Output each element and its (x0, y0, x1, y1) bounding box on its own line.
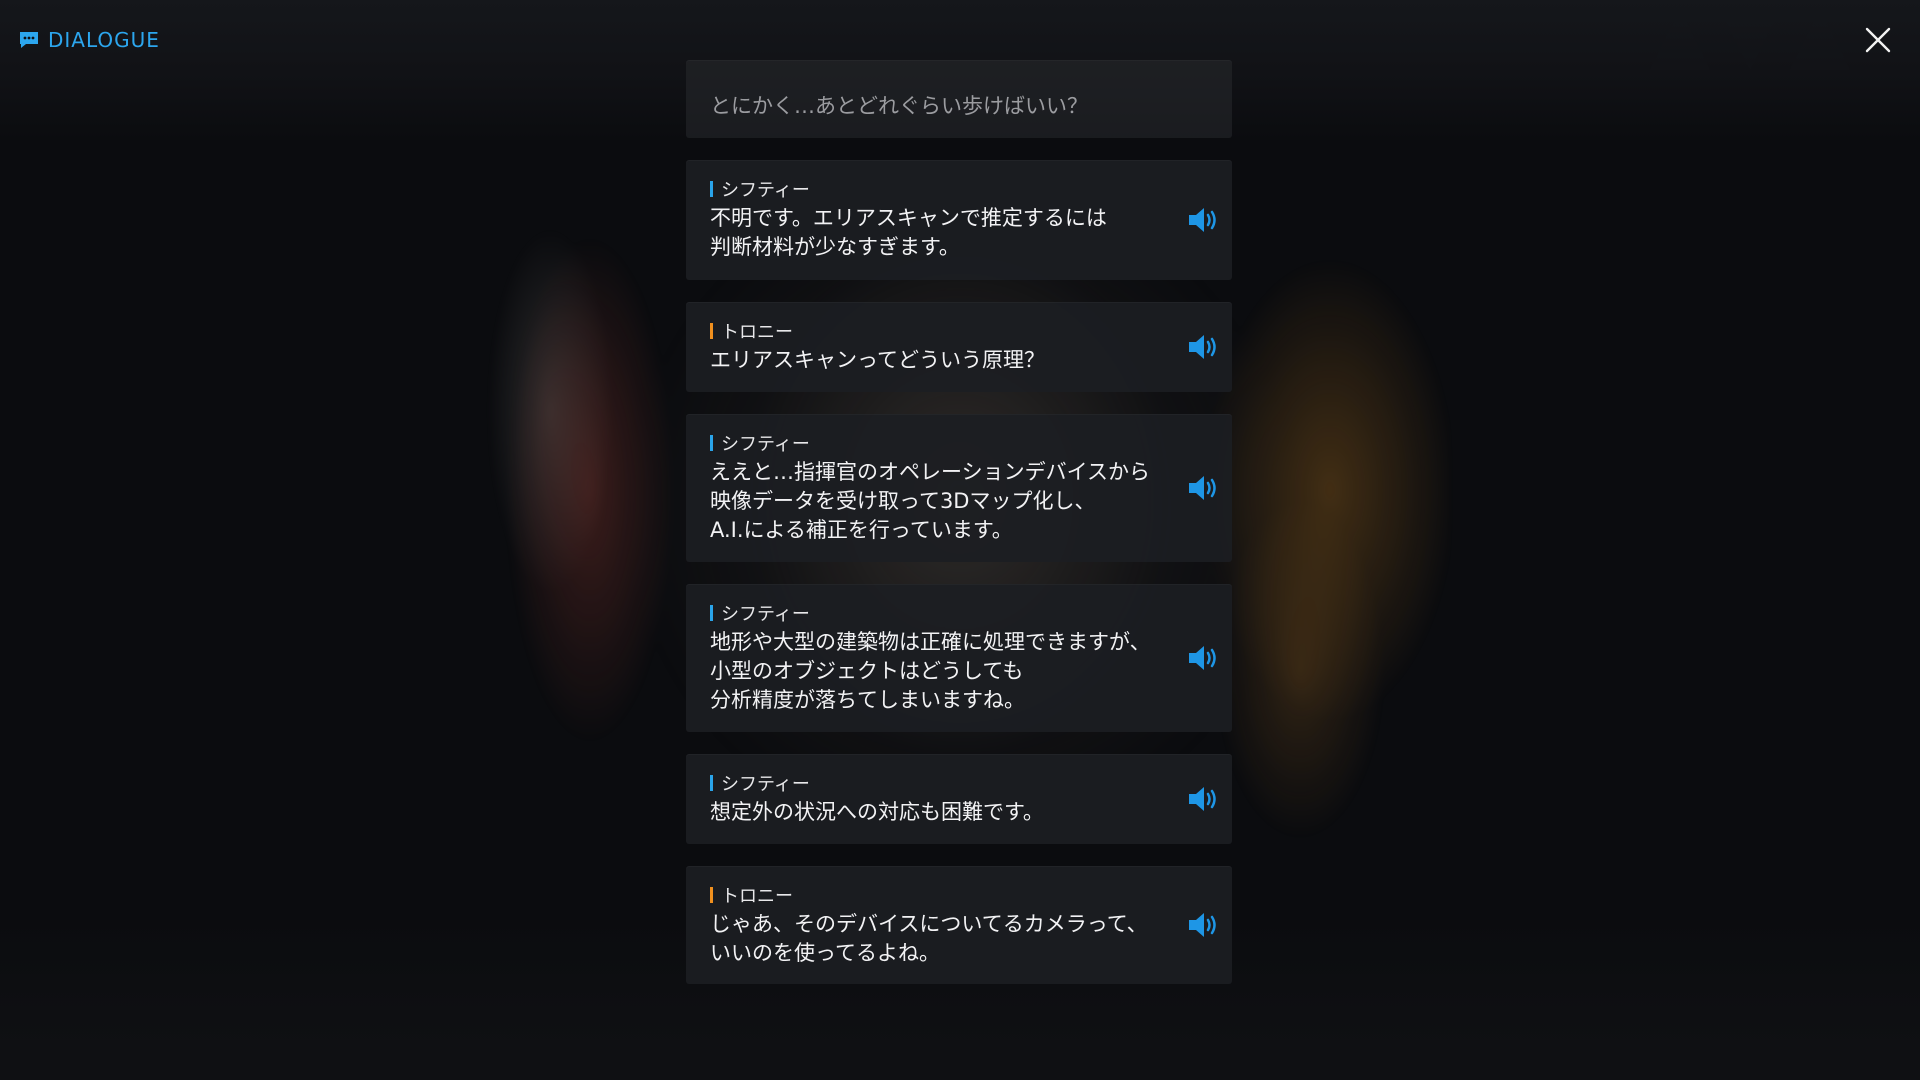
dialogue-entry: トロニー エリアスキャンってどういう原理？ (686, 302, 1232, 392)
dialogue-entry: シフティー ええと…指揮官のオペレーションデバイスから 映像データを受け取って3… (686, 414, 1232, 562)
dialogue-text: エリアスキャンってどういう原理？ (710, 348, 1045, 372)
dialogue-entry: シフティー 地形や大型の建築物は正確に処理できますが、 小型のオブジェクトはどう… (686, 584, 1232, 732)
voice-play-icon[interactable] (1186, 643, 1222, 673)
dialogue-list[interactable]: とにかく…あとどれぐらい歩けばいい？ シフティー 不明です。エリアスキャンで推定… (686, 0, 1232, 1080)
voice-play-icon[interactable] (1186, 332, 1222, 362)
speaker-accent-bar (710, 775, 713, 791)
voice-play-icon[interactable] (1186, 910, 1222, 940)
voice-play-icon[interactable] (1186, 205, 1222, 235)
dialogue-text: 想定外の状況への対応も困難です。 (710, 800, 1044, 824)
speaker-name: シフティー (710, 176, 810, 202)
dialogue-text: 不明です。エリアスキャンで推定するには 判断材料が少なすぎます。 (710, 206, 1107, 259)
speaker-name: シフティー (710, 600, 810, 626)
dialogue-title: DIALOGUE (48, 28, 160, 52)
speaker-accent-bar (710, 887, 713, 903)
chat-bubble-icon (20, 32, 38, 48)
dialogue-text: 地形や大型の建築物は正確に処理できますが、 小型のオブジェクトはどうしても 分析… (710, 630, 1151, 712)
speaker-label: シフティー (721, 774, 810, 795)
speaker-accent-bar (710, 323, 713, 339)
speaker-label: トロニー (721, 322, 793, 343)
speaker-accent-bar (710, 605, 713, 621)
speaker-name: トロニー (710, 882, 793, 908)
close-icon[interactable] (1862, 24, 1894, 56)
speaker-label: シフティー (721, 180, 810, 201)
speaker-label: トロニー (721, 886, 793, 907)
voice-play-icon[interactable] (1186, 784, 1222, 814)
speaker-name: トロニー (710, 318, 793, 344)
speaker-name: シフティー (710, 430, 810, 456)
dialogue-header: DIALOGUE (18, 28, 160, 52)
speaker-label: シフティー (721, 434, 810, 455)
dialogue-entry: トロニー じゃあ、そのデバイスについてるカメラって、 いいのを使ってるよね。 (686, 866, 1232, 984)
dialogue-text: とにかく…あとどれぐらい歩けばいい？ (710, 94, 1088, 118)
speaker-label: シフティー (721, 604, 810, 625)
voice-play-icon[interactable] (1186, 473, 1222, 503)
dialogue-entry: とにかく…あとどれぐらい歩けばいい？ (686, 60, 1232, 138)
dialogue-text: ええと…指揮官のオペレーションデバイスから 映像データを受け取って3Dマップ化し… (710, 460, 1150, 542)
dialogue-text: じゃあ、そのデバイスについてるカメラって、 いいのを使ってるよね。 (710, 912, 1148, 965)
dialogue-entry: シフティー 不明です。エリアスキャンで推定するには 判断材料が少なすぎます。 (686, 160, 1232, 280)
dialogue-entry: シフティー 想定外の状況への対応も困難です。 (686, 754, 1232, 844)
speaker-accent-bar (710, 435, 713, 451)
speaker-name: シフティー (710, 770, 810, 796)
dialogue-log-screen: とにかく…あとどれぐらい歩けばいい？ シフティー 不明です。エリアスキャンで推定… (0, 0, 1920, 1080)
speaker-accent-bar (710, 181, 713, 197)
